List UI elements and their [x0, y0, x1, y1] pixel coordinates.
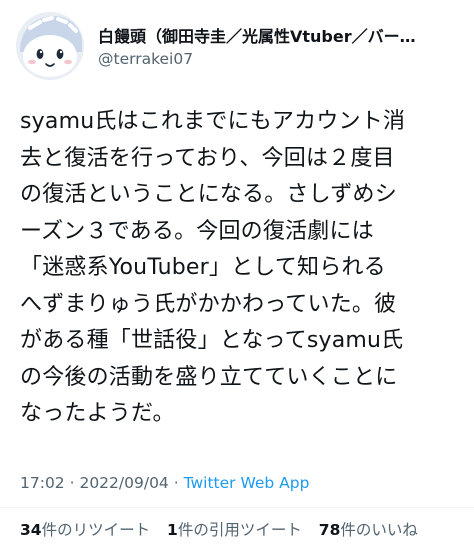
divider	[0, 507, 474, 508]
retweets-stat[interactable]: 34件のリツイート	[20, 521, 150, 539]
quotes-count: 1	[167, 521, 178, 539]
tweet-text-line: 去と復活を行っており、今回は２度目	[20, 145, 395, 171]
tweet-date[interactable]: 2022/09/04	[79, 474, 168, 492]
author-handle[interactable]: @terrakei07	[98, 48, 450, 70]
retweets-count: 34	[20, 521, 42, 539]
tweet-text-line: 「迷惑系YouTuber」として知られる	[20, 255, 386, 280]
likes-count: 78	[318, 521, 341, 539]
author-info: 白饅頭（御田寺圭／光属性Vtuber／バー… @terrakei07	[98, 26, 450, 70]
tweet-text: syamu氏はこれまでにもアカウント消 去と復活を行っており、今回は２度目 の復…	[20, 104, 464, 433]
mascot-avatar-icon	[16, 12, 84, 80]
tweet-header: 白饅頭（御田寺圭／光属性Vtuber／バー… @terrakei07	[16, 12, 458, 80]
tweet-text-line: ーズン３である。今回の復活劇には	[20, 218, 374, 244]
tweet-stats: 34件のリツイート 1件の引用ツイート 78件のいいね	[20, 519, 430, 541]
likes-stat[interactable]: 78件のいいね	[319, 521, 418, 539]
tweet-text-line: の復活ということになる。さしずめシ	[20, 182, 397, 207]
author-display-name[interactable]: 白饅頭（御田寺圭／光属性Vtuber／バー…	[98, 26, 450, 48]
quotes-stat[interactable]: 1件の引用ツイート	[167, 521, 302, 539]
avatar[interactable]	[16, 12, 84, 80]
tweet-time[interactable]: 17:02	[20, 474, 65, 492]
tweet-detail: 白饅頭（御田寺圭／光属性Vtuber／バー… @terrakei07 syamu…	[0, 0, 474, 546]
tweet-text-line: の今後の活動を盛り立てていくことに	[20, 364, 398, 390]
meta-separator: ·	[168, 474, 184, 492]
tweet-source-app[interactable]: Twitter Web App	[184, 474, 310, 492]
tweet-text-line: syamu氏はこれまでにもアカウント消	[20, 109, 406, 134]
tweet-text-line: なったようだ。	[20, 401, 175, 426]
likes-label: 件のいいね	[340, 521, 418, 539]
tweet-text-line: がある種「世話役」となってsyamu氏	[20, 328, 404, 353]
quotes-label: 件の引用ツイート	[177, 521, 302, 539]
retweets-label: 件のリツイート	[41, 521, 151, 539]
meta-separator: ·	[64, 474, 80, 492]
tweet-meta: 17:02 · 2022/09/04 · Twitter Web App	[20, 472, 309, 494]
tweet-text-line: へずまりゅう氏がかかわっていた。彼	[20, 291, 397, 317]
